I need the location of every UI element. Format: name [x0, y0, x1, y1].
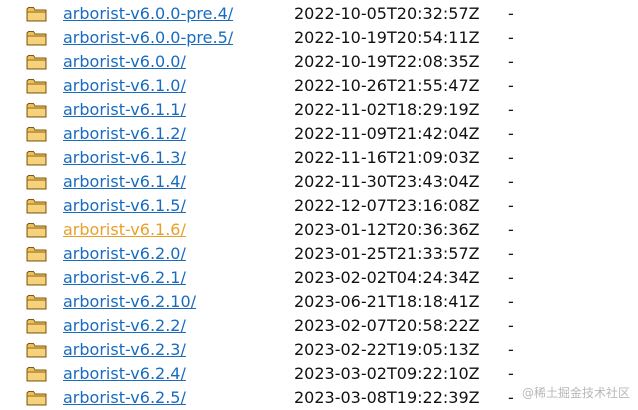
folder-icon: [26, 390, 47, 406]
listing-row: arborist-v6.1.0/2022-10-26T21:55:47Z -: [0, 74, 638, 98]
modified-date: 2022-10-26T21:55:47Z: [294, 76, 480, 95]
file-size: -: [508, 148, 514, 167]
folder-icon: [26, 342, 47, 358]
directory-link[interactable]: arborist-v6.0.0-pre.4/: [63, 2, 233, 26]
listing-row: arborist-v6.2.3/2023-02-22T19:05:13Z -: [0, 338, 638, 362]
modified-date: 2022-11-09T21:42:04Z: [294, 124, 480, 143]
folder-icon: [26, 174, 47, 190]
directory-link[interactable]: arborist-v6.1.4/: [63, 170, 186, 194]
listing-row: arborist-v6.2.4/2023-03-02T09:22:10Z -: [0, 362, 638, 386]
folder-icon: [26, 366, 47, 382]
folder-icon: [26, 294, 47, 310]
modified-date: 2023-01-12T20:36:36Z: [294, 220, 480, 239]
file-size: -: [508, 52, 514, 71]
folder-icon: [26, 150, 47, 166]
folder-icon: [26, 54, 47, 70]
modified-date: 2023-03-02T09:22:10Z: [294, 364, 480, 383]
file-size: -: [508, 388, 514, 407]
modified-date: 2023-02-07T20:58:22Z: [294, 316, 480, 335]
directory-link[interactable]: arborist-v6.1.3/: [63, 146, 186, 170]
folder-icon: [26, 198, 47, 214]
directory-link[interactable]: arborist-v6.1.0/: [63, 74, 186, 98]
listing-row: arborist-v6.0.0/2022-10-19T22:08:35Z -: [0, 50, 638, 74]
folder-icon: [26, 6, 47, 22]
file-size: -: [508, 196, 514, 215]
listing-row: arborist-v6.2.1/2023-02-02T04:24:34Z -: [0, 266, 638, 290]
listing-row: arborist-v6.1.1/2022-11-02T18:29:19Z -: [0, 98, 638, 122]
listing-row: arborist-v6.2.0/2023-01-25T21:33:57Z -: [0, 242, 638, 266]
directory-link[interactable]: arborist-v6.1.5/: [63, 194, 186, 218]
modified-date: 2022-11-02T18:29:19Z: [294, 100, 480, 119]
folder-icon: [26, 246, 47, 262]
directory-link[interactable]: arborist-v6.1.1/: [63, 98, 186, 122]
file-size: -: [508, 76, 514, 95]
modified-date: 2022-10-19T20:54:11Z: [294, 28, 480, 47]
file-size: -: [508, 124, 514, 143]
modified-date: 2022-11-30T23:43:04Z: [294, 172, 480, 191]
listing-row: arborist-v6.1.2/2022-11-09T21:42:04Z -: [0, 122, 638, 146]
listing-row: arborist-v6.1.5/2022-12-07T23:16:08Z -: [0, 194, 638, 218]
modified-date: 2023-06-21T18:18:41Z: [294, 292, 480, 311]
directory-link[interactable]: arborist-v6.2.4/: [63, 362, 186, 386]
directory-link[interactable]: arborist-v6.1.2/: [63, 122, 186, 146]
folder-icon: [26, 270, 47, 286]
modified-date: 2023-02-02T04:24:34Z: [294, 268, 480, 287]
modified-date: 2022-11-16T21:09:03Z: [294, 148, 480, 167]
file-size: -: [508, 220, 514, 239]
file-size: -: [508, 340, 514, 359]
listing-row: arborist-v6.2.2/2023-02-07T20:58:22Z -: [0, 314, 638, 338]
directory-listing: arborist-v6.0.0-pre.4/2022-10-05T20:32:5…: [0, 2, 638, 410]
modified-date: 2023-03-08T19:22:39Z: [294, 388, 480, 407]
modified-date: 2023-02-22T19:05:13Z: [294, 340, 480, 359]
folder-icon: [26, 78, 47, 94]
folder-icon: [26, 222, 47, 238]
listing-row: arborist-v6.1.3/2022-11-16T21:09:03Z -: [0, 146, 638, 170]
file-size: -: [508, 364, 514, 383]
directory-link[interactable]: arborist-v6.2.3/: [63, 338, 186, 362]
listing-row: arborist-v6.1.6/2023-01-12T20:36:36Z -: [0, 218, 638, 242]
file-size: -: [508, 172, 514, 191]
directory-link[interactable]: arborist-v6.2.2/: [63, 314, 186, 338]
file-size: -: [508, 100, 514, 119]
folder-icon: [26, 30, 47, 46]
file-size: -: [508, 268, 514, 287]
modified-date: 2023-01-25T21:33:57Z: [294, 244, 480, 263]
directory-link[interactable]: arborist-v6.2.0/: [63, 242, 186, 266]
directory-link[interactable]: arborist-v6.1.6/: [63, 218, 186, 242]
file-size: -: [508, 316, 514, 335]
folder-icon: [26, 126, 47, 142]
file-size: -: [508, 292, 514, 311]
directory-link[interactable]: arborist-v6.0.0/: [63, 50, 186, 74]
listing-row: arborist-v6.0.0-pre.5/2022-10-19T20:54:1…: [0, 26, 638, 50]
file-size: -: [508, 244, 514, 263]
listing-row: arborist-v6.2.10/2023-06-21T18:18:41Z -: [0, 290, 638, 314]
directory-link[interactable]: arborist-v6.2.5/: [63, 386, 186, 410]
folder-icon: [26, 102, 47, 118]
modified-date: 2022-10-19T22:08:35Z: [294, 52, 480, 71]
folder-icon: [26, 318, 47, 334]
watermark-text: @稀土掘金技术社区: [521, 386, 630, 400]
directory-link[interactable]: arborist-v6.0.0-pre.5/: [63, 26, 233, 50]
modified-date: 2022-12-07T23:16:08Z: [294, 196, 480, 215]
modified-date: 2022-10-05T20:32:57Z: [294, 4, 480, 23]
listing-row: arborist-v6.0.0-pre.4/2022-10-05T20:32:5…: [0, 2, 638, 26]
directory-link[interactable]: arborist-v6.2.1/: [63, 266, 186, 290]
listing-row: arborist-v6.1.4/2022-11-30T23:43:04Z -: [0, 170, 638, 194]
directory-link[interactable]: arborist-v6.2.10/: [63, 290, 196, 314]
file-size: -: [508, 28, 514, 47]
file-size: -: [508, 4, 514, 23]
